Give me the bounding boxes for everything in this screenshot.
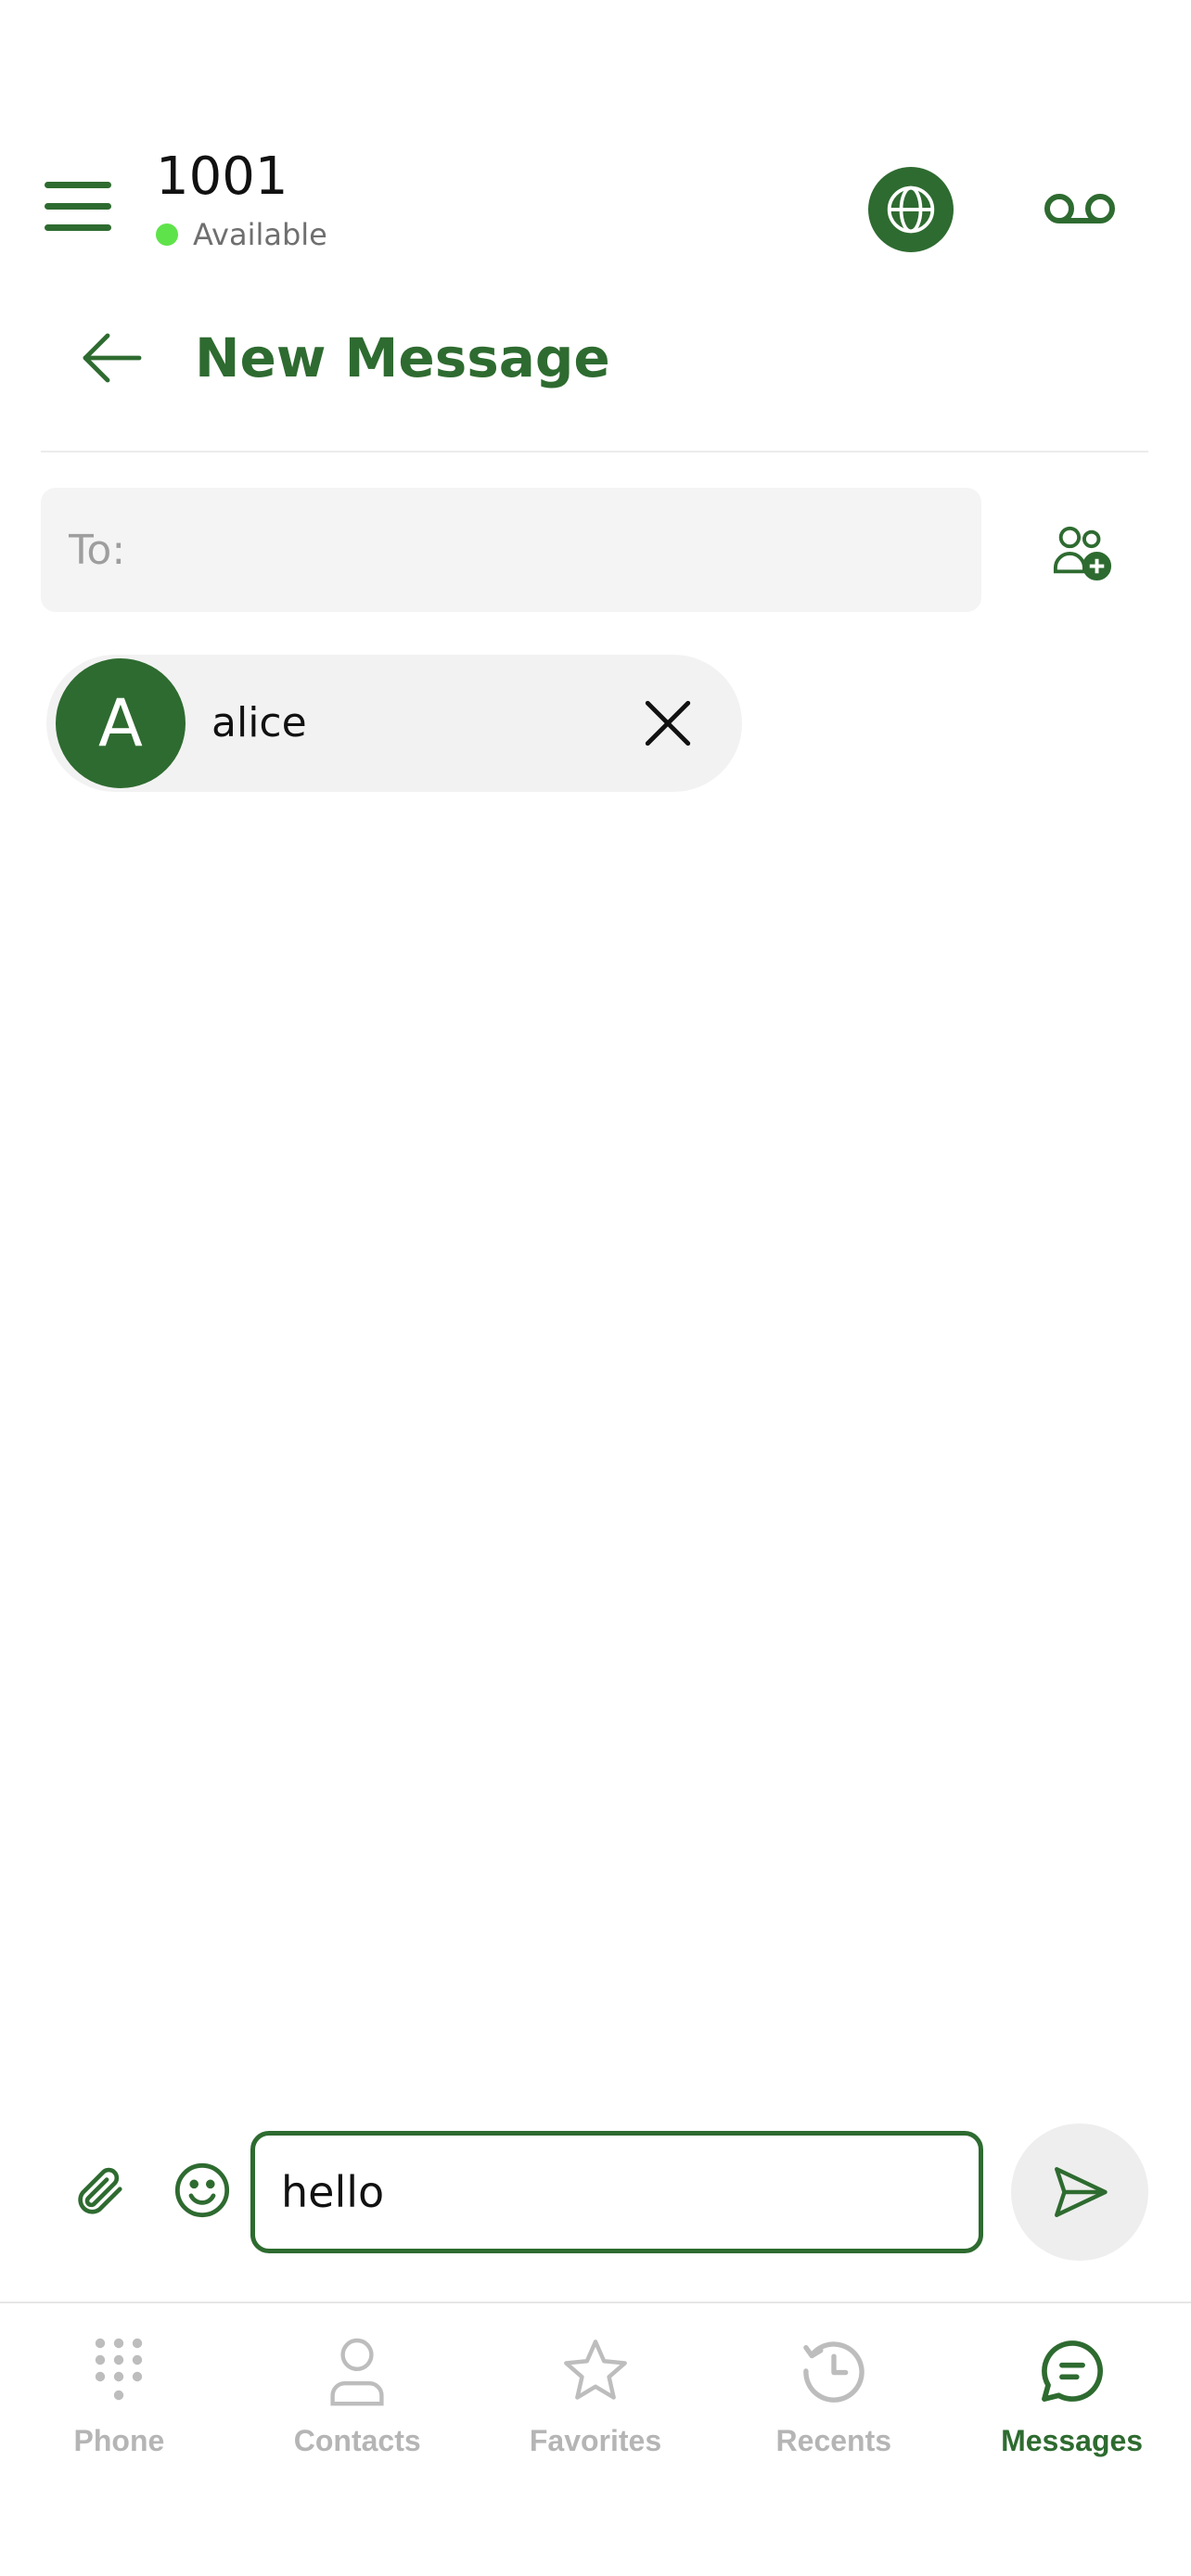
- message-field-container[interactable]: [250, 2131, 983, 2253]
- chat-icon: [1041, 2340, 1103, 2402]
- voicemail-icon: [1044, 194, 1115, 223]
- nav-label: Messages: [1001, 2424, 1144, 2457]
- message-input[interactable]: [281, 2167, 979, 2217]
- nav-label: Recents: [775, 2424, 892, 2457]
- bottom-nav: Phone Contacts Favorites Recents Message…: [0, 2303, 1191, 2489]
- remove-recipient-button[interactable]: [634, 690, 701, 757]
- emoji-button[interactable]: [165, 2153, 239, 2227]
- send-icon: [1055, 2167, 1108, 2217]
- send-button[interactable]: [1011, 2123, 1148, 2261]
- attach-button[interactable]: [61, 2153, 135, 2227]
- arrow-left-icon: [83, 333, 142, 383]
- history-icon: [803, 2341, 864, 2403]
- presence-status[interactable]: Available: [156, 217, 327, 252]
- star-icon: [564, 2340, 627, 2400]
- nav-item-phone[interactable]: Phone: [0, 2303, 238, 2489]
- paperclip-icon: [78, 2167, 122, 2214]
- nav-label: Contacts: [293, 2424, 421, 2457]
- nav-label: Favorites: [529, 2424, 662, 2457]
- dialpad-icon: [96, 2338, 143, 2401]
- hamburger-icon[interactable]: [45, 182, 111, 232]
- smiley-icon: [174, 2162, 230, 2218]
- status-dot: [156, 223, 178, 246]
- person-icon: [330, 2338, 384, 2406]
- recipient-name: alice: [211, 699, 307, 746]
- nav-label: Phone: [73, 2424, 165, 2457]
- to-input[interactable]: [69, 526, 981, 574]
- page-title: New Message: [195, 326, 610, 389]
- add-contact-icon: [1053, 526, 1112, 581]
- close-icon: [645, 700, 691, 746]
- voicemail-button[interactable]: [1037, 176, 1122, 241]
- nav-item-favorites[interactable]: Favorites: [477, 2303, 715, 2489]
- globe-icon: [887, 185, 935, 234]
- nav-item-contacts[interactable]: Contacts: [238, 2303, 477, 2489]
- globe-button[interactable]: [868, 167, 954, 252]
- nav-item-messages[interactable]: Messages: [953, 2303, 1191, 2489]
- extension-number: 1001: [156, 147, 288, 207]
- header-divider: [41, 451, 1148, 453]
- to-field-container[interactable]: [41, 488, 981, 612]
- back-button[interactable]: [74, 321, 148, 395]
- status-label: Available: [193, 217, 327, 252]
- add-contact-button[interactable]: [1043, 512, 1122, 592]
- new-message-screen: 1001 Available New Message To: A alice h…: [0, 0, 1191, 2576]
- nav-item-recents[interactable]: Recents: [714, 2303, 953, 2489]
- recipient-chip[interactable]: A alice: [46, 655, 742, 792]
- avatar: A: [56, 658, 186, 788]
